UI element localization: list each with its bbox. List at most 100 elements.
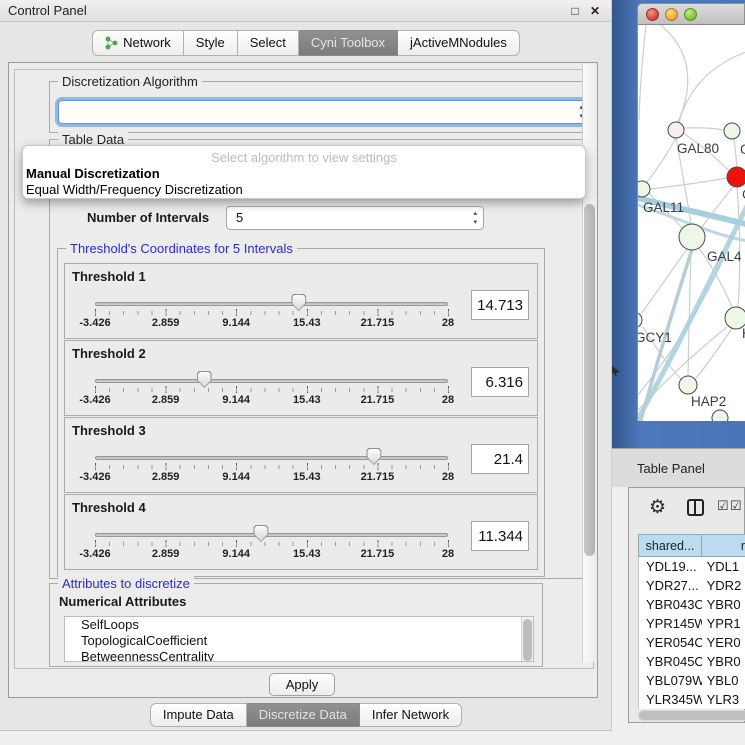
algorithm-combobox[interactable]: ▴▾ — [58, 100, 590, 124]
checkbox-icon[interactable]: ☑ — [717, 498, 729, 514]
number-of-intervals-value: 5 — [236, 210, 243, 225]
tab-network-label: Network — [123, 31, 171, 55]
network-node-selected-red[interactable] — [727, 167, 745, 187]
attributes-group: Attributes to discretize Numerical Attri… — [49, 583, 543, 667]
number-of-intervals-combobox[interactable]: 5 ▴▾ — [226, 206, 484, 230]
tab-network[interactable]: Network — [92, 30, 184, 56]
attributes-group-title: Attributes to discretize — [58, 576, 194, 591]
mac-minimize-button[interactable] — [665, 8, 678, 21]
tab-style[interactable]: Style — [184, 30, 238, 56]
list-item[interactable]: TopologicalCoefficient — [65, 633, 533, 649]
network-node-top-right[interactable] — [724, 123, 740, 139]
interval-definition-group: Interval Definition Number of Intervals … — [49, 191, 589, 579]
numerical-attributes-list: SelfLoops TopologicalCoefficient Between… — [64, 616, 534, 662]
popup-option-equal-width-frequency[interactable]: Equal Width/Frequency Discretization — [26, 182, 243, 197]
screen: Control Panel □ ✕ Network Style Select C… — [0, 0, 745, 745]
network-node-gal4[interactable] — [679, 224, 705, 250]
checkbox-icon[interactable]: ☑ — [730, 498, 742, 514]
column-header-shared-name[interactable]: shared... — [638, 534, 701, 557]
threshold-1-slider-thumb[interactable] — [291, 294, 306, 311]
tab-cyni-toolbox[interactable]: Cyni Toolbox — [299, 30, 398, 56]
table-panel: ⚙ ☑ ☑ shared... n... YDL19...YDL1 YDR27.… — [628, 487, 745, 723]
discretization-algorithm-group: Discretization Algorithm ▴▾ — [49, 81, 589, 133]
mac-close-button[interactable] — [646, 8, 659, 21]
tab-infer-network[interactable]: Infer Network — [360, 703, 462, 727]
network-node-gal80[interactable] — [668, 122, 684, 138]
threshold-3-panel: Threshold 3 -3.4262.8599.14415.4321.7152… — [64, 417, 538, 493]
apply-button[interactable]: Apply — [269, 673, 335, 696]
cyni-main-panel: Discretization Algorithm ▴▾ Table Data g… — [8, 62, 598, 698]
threshold-4-slider-track[interactable] — [95, 533, 448, 537]
popup-option-manual-discretization[interactable]: Manual Discretization — [26, 166, 160, 181]
table-toolbar: ⚙ ☑ ☑ — [635, 494, 745, 528]
threshold-2-value-field[interactable] — [471, 367, 529, 397]
table-row[interactable]: YPR145WYPR1 — [639, 614, 745, 633]
table-horizontal-scrollbar[interactable] — [638, 710, 745, 721]
column-header-name[interactable]: n... — [701, 534, 745, 557]
threshold-1-panel: Threshold 1 -3.4262.8599.14415.4321.7152… — [64, 263, 538, 339]
node-label: GAL11 — [643, 200, 684, 215]
window-title: Control Panel — [8, 3, 87, 18]
table-row[interactable]: YLR345WYLR3 — [639, 690, 745, 709]
tab-impute-data[interactable]: Impute Data — [150, 703, 247, 727]
table-row[interactable]: YBL079WYBL0 — [639, 671, 745, 690]
table-row[interactable]: YBR043CYBR0 — [639, 595, 745, 614]
main-scrollbar-thumb[interactable] — [584, 204, 595, 556]
split-view-icon[interactable] — [687, 499, 704, 516]
control-panel-titlebar: Control Panel □ ✕ — [0, 0, 611, 22]
node-label: GA — [740, 142, 745, 157]
gear-icon[interactable]: ⚙ — [649, 496, 666, 519]
threshold-3-value-field[interactable] — [471, 444, 529, 474]
threshold-4-panel: Threshold 4 -3.4262.8599.14415.4321.7152… — [64, 494, 538, 570]
threshold-3-slider-thumb[interactable] — [366, 448, 381, 465]
table-header-row: shared... n... — [638, 534, 745, 557]
node-label: GCY1 — [638, 330, 672, 345]
node-label: HAP2 — [691, 394, 726, 409]
node-table: shared... n... YDL19...YDL1 YDR27...YDR2… — [638, 534, 745, 709]
number-of-intervals-label: Number of Intervals — [87, 210, 209, 225]
table-row[interactable]: YDL19...YDL1 — [639, 557, 745, 576]
network-view-window: GAL80 GA C GAL11 GAL4 GCY1 H HAP2 — [637, 3, 745, 421]
threshold-4-slider-thumb[interactable] — [253, 525, 268, 542]
network-node-bottom[interactable] — [712, 410, 728, 421]
threshold-4-value-field[interactable] — [471, 521, 529, 551]
threshold-1-value-field[interactable] — [471, 290, 529, 320]
threshold-1-slider-track[interactable] — [95, 302, 448, 306]
bottom-tab-bar: Impute Data Discretize Data Infer Networ… — [0, 703, 612, 727]
table-row[interactable]: YBR045CYBR0 — [639, 652, 745, 671]
algorithm-popup-hint: Select algorithm to view settings — [23, 150, 585, 165]
numerical-attributes-label: Numerical Attributes — [59, 594, 186, 609]
network-canvas[interactable]: GAL80 GA C GAL11 GAL4 GCY1 H HAP2 — [637, 25, 745, 421]
spinner-icon: ▴▾ — [473, 209, 477, 227]
network-node-gcy1[interactable] — [638, 312, 642, 328]
table-row[interactable]: YDR27...YDR2 — [639, 576, 745, 595]
threshold-2-slider-track[interactable] — [95, 379, 448, 383]
network-graph: GAL80 GA C GAL11 GAL4 GCY1 H HAP2 — [638, 25, 745, 421]
float-window-icon[interactable]: □ — [567, 3, 583, 19]
algorithm-popup: Select algorithm to view settings Manual… — [22, 145, 586, 199]
table-panel-title: Table Panel — [637, 461, 705, 476]
tab-select[interactable]: Select — [238, 30, 299, 56]
threshold-2-slider-thumb[interactable] — [197, 371, 212, 388]
list-scrollbar[interactable] — [521, 617, 533, 661]
network-icon — [105, 36, 118, 50]
table-panel-titlebar: Table Panel — [612, 448, 745, 487]
top-tab-bar: Network Style Select Cyni Toolbox jActiv… — [0, 30, 612, 56]
table-hscrollbar-thumb[interactable] — [639, 711, 745, 720]
tab-discretize-data[interactable]: Discretize Data — [247, 703, 360, 727]
discretization-algorithm-title: Discretization Algorithm — [58, 74, 202, 89]
threshold-3-slider-track[interactable] — [95, 456, 448, 460]
network-window-titlebar[interactable] — [637, 3, 745, 25]
network-node-gal11[interactable] — [638, 181, 650, 197]
thresholds-group-title: Threshold's Coordinates for 5 Intervals — [66, 241, 297, 256]
tab-jactivemnodules[interactable]: jActiveMNodules — [398, 30, 520, 56]
list-item[interactable]: SelfLoops — [65, 617, 533, 633]
threshold-2-panel: Threshold 2 -3.4262.8599.14415.4321.7152… — [64, 340, 538, 416]
network-node-hap2[interactable] — [679, 376, 697, 394]
mac-zoom-button[interactable] — [684, 8, 697, 21]
table-row[interactable]: YER054CYER0 — [639, 633, 745, 652]
table-body: YDL19...YDL1 YDR27...YDR2 YBR043CYBR0 YP… — [638, 557, 745, 709]
close-window-icon[interactable]: ✕ — [587, 3, 603, 19]
thresholds-group: Threshold's Coordinates for 5 Intervals … — [57, 248, 545, 577]
list-item[interactable]: BetweennessCentrality — [65, 649, 533, 662]
